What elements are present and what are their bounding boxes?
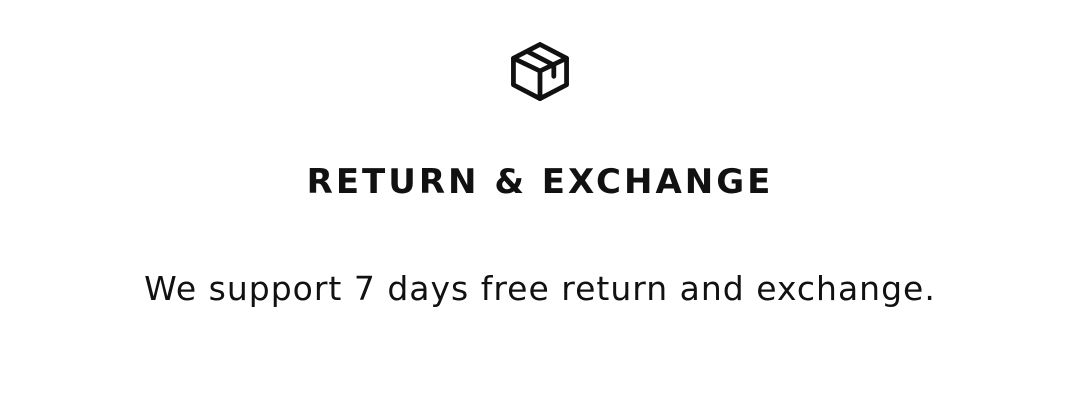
section-title: RETURN & EXCHANGE [306, 162, 774, 202]
package-box-icon [506, 37, 574, 105]
section-description: We support 7 days free return and exchan… [144, 269, 936, 308]
